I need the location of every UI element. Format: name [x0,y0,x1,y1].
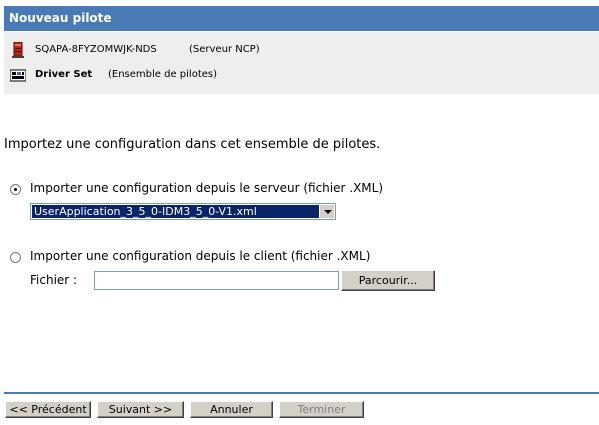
file-path-input[interactable] [94,271,339,290]
server-type: (Serveur NCP) [189,44,260,55]
cancel-button[interactable]: Annuler [190,401,273,418]
next-button[interactable]: Suivant >> [97,401,184,418]
server-config-select[interactable]: UserApplication_3_5_0-IDM3_5_0-V1.xml [30,203,336,220]
browse-button[interactable]: Parcourir... [341,270,435,291]
driver-set-type: (Ensemble de pilotes) [108,69,218,80]
context-panel: SQAPA-8FYZOMWJK-NDS (Serveur NCP) Driver… [4,32,599,94]
driver-set-name: Driver Set [35,69,93,80]
import-from-server-radio[interactable] [10,184,21,195]
finish-button: Terminer [279,401,364,418]
chevron-down-icon[interactable] [319,205,334,218]
server-config-selected-value: UserApplication_3_5_0-IDM3_5_0-V1.xml [32,205,319,218]
new-driver-wizard: Nouveau pilote SQAPA-8FYZOMWJK-NDS (Serv… [0,0,599,425]
intro-text: Importez une configuration dans cet ense… [4,137,381,152]
import-from-client-radio[interactable] [10,252,21,263]
import-from-client-label[interactable]: Importer une configuration depuis le cli… [30,249,370,263]
driver-set-icon [10,69,26,82]
footer-divider [4,392,599,394]
file-label: Fichier : [30,273,78,287]
previous-button[interactable]: << Précédent [5,401,91,418]
server-name: SQAPA-8FYZOMWJK-NDS [35,44,157,55]
server-icon [12,42,24,58]
page-title: Nouveau pilote [4,6,599,31]
import-from-server-label[interactable]: Importer une configuration depuis le ser… [30,181,383,195]
